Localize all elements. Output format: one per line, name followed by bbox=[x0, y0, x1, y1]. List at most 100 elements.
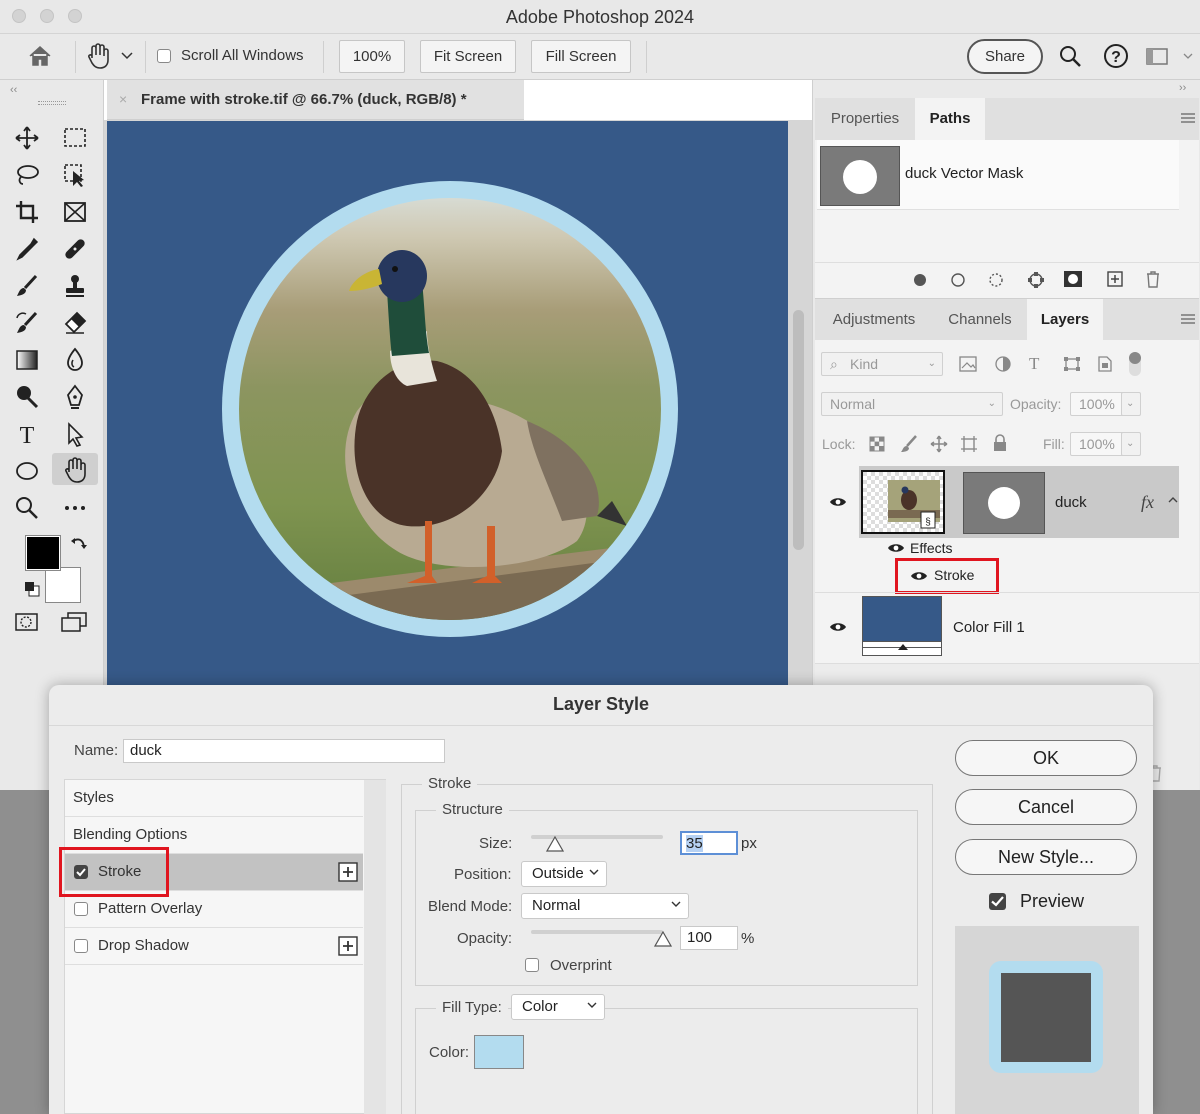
dodge-tool-icon[interactable] bbox=[14, 384, 40, 410]
document-canvas[interactable] bbox=[107, 121, 788, 686]
stroke-effect-label[interactable]: Stroke bbox=[934, 567, 974, 583]
filter-type-layers-icon[interactable]: T bbox=[1029, 354, 1039, 374]
ok-button[interactable]: OK bbox=[955, 740, 1137, 776]
tab-layers[interactable]: Layers bbox=[1027, 299, 1103, 341]
background-color-swatch[interactable] bbox=[45, 567, 81, 603]
search-icon[interactable] bbox=[1058, 44, 1082, 68]
blend-mode-dropdown[interactable]: Normal ⌄ bbox=[821, 392, 1003, 416]
layer-effects-fx-icon[interactable]: fx bbox=[1141, 492, 1154, 513]
filter-shape-layers-icon[interactable] bbox=[1063, 356, 1081, 372]
tab-paths[interactable]: Paths bbox=[915, 98, 985, 140]
styles-item-styles[interactable]: Styles bbox=[65, 780, 363, 817]
tab-adjustments[interactable]: Adjustments bbox=[815, 299, 933, 341]
lock-position-icon[interactable] bbox=[930, 435, 948, 453]
pen-tool-icon[interactable] bbox=[62, 384, 88, 410]
type-tool-icon[interactable]: T bbox=[14, 421, 40, 447]
stroke-blend-mode-select[interactable]: Normal bbox=[521, 893, 689, 919]
crop-tool-icon[interactable] bbox=[14, 199, 40, 225]
ellipse-tool-icon[interactable] bbox=[14, 458, 40, 484]
close-document-icon[interactable]: × bbox=[119, 91, 127, 107]
history-brush-tool-icon[interactable] bbox=[14, 310, 40, 336]
stroke-path-icon[interactable] bbox=[951, 273, 965, 287]
blur-tool-icon[interactable] bbox=[62, 347, 88, 373]
workspace-icon[interactable] bbox=[1146, 47, 1170, 67]
marquee-tool-icon[interactable] bbox=[62, 125, 88, 151]
zoom-100-button[interactable]: 100% bbox=[339, 40, 405, 73]
lock-artboard-icon[interactable] bbox=[960, 435, 978, 453]
hand-tool-icon[interactable] bbox=[85, 42, 111, 70]
help-icon[interactable]: ? bbox=[1103, 43, 1129, 69]
share-button[interactable]: Share bbox=[967, 39, 1043, 74]
tool-preset-chevron-down-icon[interactable] bbox=[121, 52, 133, 60]
gradient-tool-icon[interactable] bbox=[14, 347, 40, 373]
add-stroke-instance-icon[interactable] bbox=[338, 862, 358, 882]
lock-all-icon[interactable] bbox=[992, 434, 1008, 452]
new-style-button[interactable]: New Style... bbox=[955, 839, 1137, 875]
effects-eye-icon[interactable] bbox=[887, 542, 905, 554]
layer-filter-kind-dropdown[interactable]: ⌕ Kind ⌄ bbox=[821, 352, 943, 376]
path-selection-tool-icon[interactable] bbox=[62, 421, 88, 447]
stroke-position-select[interactable]: Outside bbox=[521, 861, 607, 887]
add-drop-shadow-instance-icon[interactable] bbox=[338, 936, 358, 956]
home-icon[interactable] bbox=[28, 45, 52, 67]
add-mask-icon[interactable] bbox=[1064, 271, 1082, 287]
foreground-color-swatch[interactable] bbox=[25, 535, 61, 571]
styles-list-scrollbar[interactable] bbox=[364, 780, 386, 1114]
canvas-vertical-scrollbar[interactable] bbox=[793, 310, 804, 550]
fill-screen-button[interactable]: Fill Screen bbox=[531, 40, 631, 73]
stroke-color-swatch[interactable] bbox=[474, 1035, 524, 1069]
load-path-as-selection-icon[interactable] bbox=[989, 273, 1003, 287]
make-work-path-icon[interactable] bbox=[1027, 271, 1045, 289]
stroke-opacity-input[interactable]: 100 bbox=[680, 926, 738, 950]
default-colors-icon[interactable] bbox=[24, 581, 40, 597]
filter-smart-objects-icon[interactable] bbox=[1097, 355, 1113, 373]
preview-checkbox[interactable] bbox=[989, 893, 1006, 910]
eyedropper-tool-icon[interactable] bbox=[14, 236, 40, 262]
delete-path-icon[interactable] bbox=[1145, 270, 1161, 288]
fill-path-icon[interactable] bbox=[913, 273, 927, 287]
filter-adjustment-layers-icon[interactable] bbox=[995, 356, 1011, 372]
opacity-slider-track[interactable] bbox=[531, 930, 663, 934]
lock-transparent-pixels-icon[interactable] bbox=[869, 436, 885, 452]
clone-stamp-tool-icon[interactable] bbox=[62, 273, 88, 299]
collapse-panel-icon[interactable]: ‹‹ bbox=[10, 84, 17, 96]
hand-tool-selected-icon[interactable] bbox=[62, 456, 88, 483]
quick-mask-icon[interactable] bbox=[14, 611, 40, 633]
duck-vector-mask-thumbnail[interactable] bbox=[963, 472, 1045, 534]
paths-panel-menu-icon[interactable] bbox=[1181, 112, 1195, 124]
drop-shadow-checkbox[interactable] bbox=[74, 939, 88, 953]
color-fill-visibility-eye-icon[interactable] bbox=[829, 621, 847, 633]
overprint-checkbox[interactable] bbox=[525, 958, 539, 972]
object-selection-tool-icon[interactable] bbox=[62, 162, 88, 188]
stroke-size-input[interactable]: 35 bbox=[680, 831, 738, 855]
screen-mode-icon[interactable] bbox=[60, 611, 90, 633]
workspace-chevron-down-icon[interactable] bbox=[1183, 53, 1193, 60]
panel-grip-icon[interactable] bbox=[38, 101, 66, 105]
opacity-chevron-icon[interactable]: ⌄ bbox=[1121, 392, 1141, 416]
lasso-tool-icon[interactable] bbox=[14, 162, 40, 188]
styles-item-drop-shadow[interactable]: Drop Shadow bbox=[65, 928, 363, 965]
opacity-slider-thumb[interactable] bbox=[654, 931, 672, 947]
move-tool-icon[interactable] bbox=[14, 125, 40, 151]
fit-screen-button[interactable]: Fit Screen bbox=[420, 40, 516, 73]
healing-brush-tool-icon[interactable] bbox=[62, 236, 88, 262]
cancel-button[interactable]: Cancel bbox=[955, 789, 1137, 825]
stroke-effect-eye-icon[interactable] bbox=[910, 570, 928, 582]
fill-chevron-icon[interactable]: ⌄ bbox=[1121, 432, 1141, 456]
tab-properties[interactable]: Properties bbox=[815, 98, 915, 140]
filter-toggle-switch[interactable] bbox=[1129, 352, 1141, 376]
eraser-tool-icon[interactable] bbox=[62, 310, 88, 336]
collapse-effects-chevron-up-icon[interactable] bbox=[1168, 496, 1178, 503]
size-slider-thumb[interactable] bbox=[546, 836, 564, 852]
tab-channels[interactable]: Channels bbox=[933, 299, 1027, 341]
pattern-overlay-checkbox[interactable] bbox=[74, 902, 88, 916]
layer-name-input[interactable]: duck bbox=[123, 739, 445, 763]
zoom-tool-icon[interactable] bbox=[14, 495, 40, 521]
scroll-all-windows-checkbox[interactable] bbox=[157, 49, 171, 63]
brush-tool-icon[interactable] bbox=[14, 273, 40, 299]
swap-colors-icon[interactable] bbox=[70, 535, 88, 553]
layer-visibility-eye-icon[interactable] bbox=[829, 496, 847, 508]
expand-panels-icon[interactable]: ›› bbox=[1179, 82, 1186, 94]
path-row-duck-vector-mask[interactable]: duck Vector Mask bbox=[817, 140, 1179, 210]
new-path-icon[interactable] bbox=[1107, 271, 1123, 287]
